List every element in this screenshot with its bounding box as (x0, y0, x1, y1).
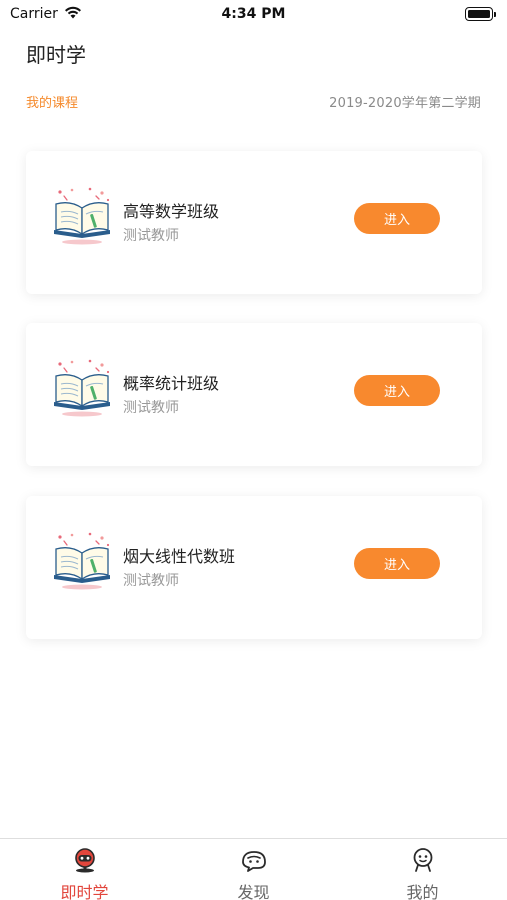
course-card[interactable]: 概率统计班级 测试教师 进入 (26, 323, 482, 466)
open-book-icon (50, 356, 114, 420)
discover-icon (239, 847, 269, 877)
course-name: 烟大线性代数班 (123, 547, 236, 566)
enter-button[interactable]: 进入 (354, 548, 440, 579)
teacher-name: 测试教师 (123, 573, 179, 589)
tab-discover[interactable]: 发现 (169, 839, 338, 900)
battery-icon (465, 7, 496, 21)
enter-button[interactable]: 进入 (354, 375, 440, 406)
enter-button[interactable]: 进入 (354, 203, 440, 234)
profile-icon (408, 847, 438, 877)
course-name: 概率统计班级 (123, 374, 220, 393)
tab-mine[interactable]: 我的 (338, 839, 507, 900)
tab-instant-learn[interactable]: 即时学 (0, 839, 169, 900)
open-book-icon (50, 184, 114, 248)
my-courses-label[interactable]: 我的课程 (26, 92, 78, 111)
tab-bar: 即时学 发现 我的 (0, 838, 507, 900)
course-name: 高等数学班级 (123, 202, 220, 221)
section-row: 我的课程 2019-2020学年第二学期 (26, 92, 481, 111)
tab-label: 我的 (406, 883, 439, 900)
teacher-name: 测试教师 (123, 400, 179, 416)
open-book-icon (50, 529, 114, 593)
page-title: 即时学 (26, 43, 86, 67)
tab-label: 即时学 (60, 883, 109, 900)
bot-icon (70, 847, 100, 877)
course-card[interactable]: 烟大线性代数班 测试教师 进入 (26, 496, 482, 639)
status-bar: Carrier 4:34 PM (0, 0, 507, 28)
teacher-name: 测试教师 (123, 228, 179, 244)
course-card[interactable]: 高等数学班级 测试教师 进入 (26, 151, 482, 294)
semester-label: 2019-2020学年第二学期 (329, 96, 481, 111)
status-time: 4:34 PM (221, 6, 286, 22)
tab-label: 发现 (237, 883, 270, 900)
